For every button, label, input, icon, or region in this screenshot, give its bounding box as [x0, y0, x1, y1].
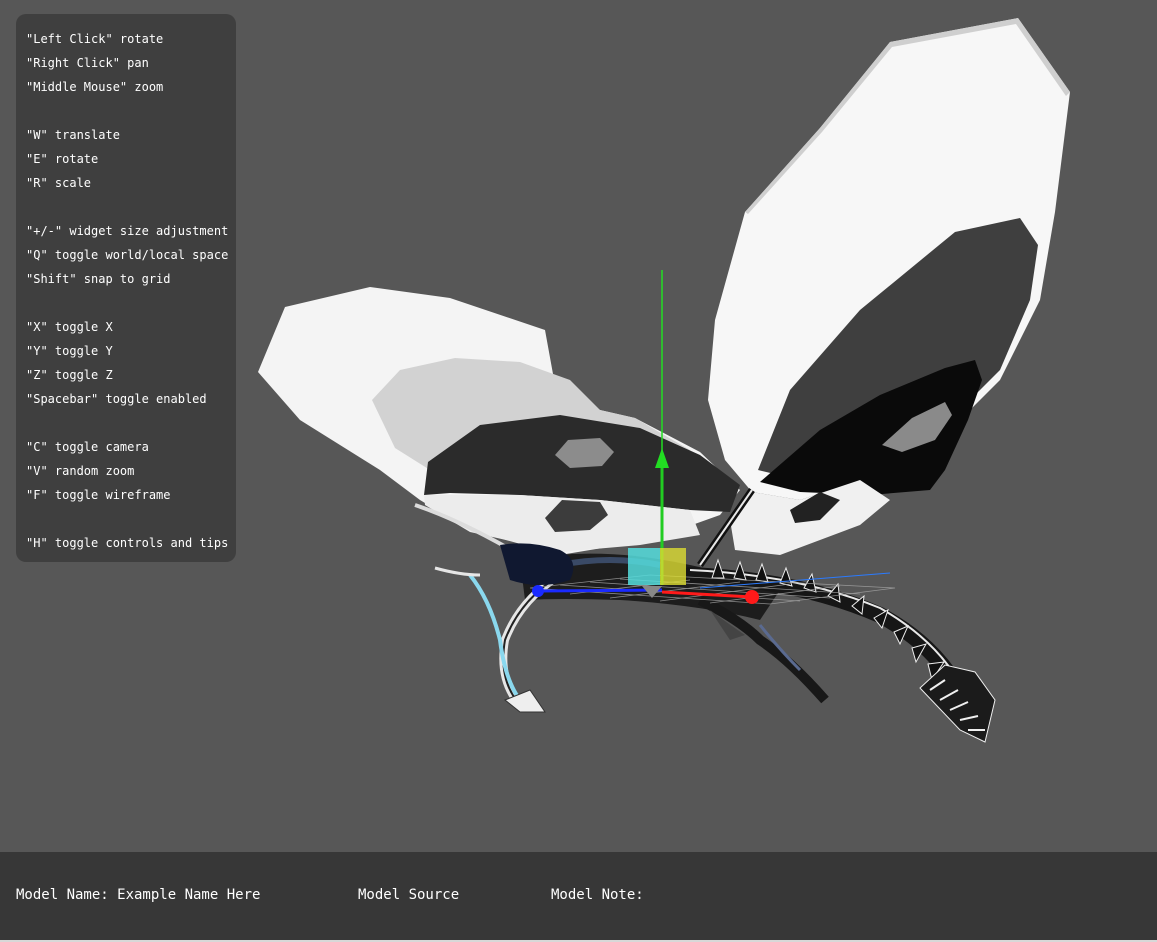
tip-snap-grid: "Shift" snap to grid: [26, 272, 171, 286]
tip-toggle-wireframe: "F" toggle wireframe: [26, 488, 171, 502]
tip-spacer: [26, 507, 236, 531]
tip-spacer: [26, 99, 236, 123]
tip-spacer: [26, 291, 236, 315]
tip-toggle-controls: "H" toggle controls and tips: [26, 536, 229, 550]
tip-toggle-z: "Z" toggle Z: [26, 368, 113, 382]
tip-spacer: [26, 411, 236, 435]
controls-tips-panel: "Left Click" rotate "Right Click" pan "M…: [16, 14, 236, 562]
tip-toggle-y: "Y" toggle Y: [26, 344, 113, 358]
model-info-bar: Model Name: Example Name Here Model Sour…: [0, 852, 1157, 942]
tip-rotate: "E" rotate: [26, 152, 99, 166]
tip-right-click: "Right Click" pan: [26, 56, 149, 70]
tip-widget-size: "+/-" widget size adjustment: [26, 224, 229, 238]
tip-middle-mouse: "Middle Mouse" zoom: [26, 80, 164, 94]
model-source-link[interactable]: Model Source: [358, 887, 459, 903]
tip-random-zoom: "V" random zoom: [26, 464, 135, 478]
left-wing: [258, 287, 740, 555]
tip-scale: "R" scale: [26, 176, 92, 190]
tip-toggle-space: "Q" toggle world/local space: [26, 248, 229, 262]
tip-toggle-x: "X" toggle X: [26, 320, 113, 334]
model-name-label: Model Name: Example Name Here: [16, 887, 261, 903]
tip-spacer: [26, 195, 236, 219]
tip-translate: "W" translate: [26, 128, 120, 142]
tip-toggle-camera: "C" toggle camera: [26, 440, 149, 454]
right-wing: [708, 18, 1070, 555]
model-note-label: Model Note:: [551, 887, 644, 903]
tip-left-click: "Left Click" rotate: [26, 32, 164, 46]
tip-toggle-enabled: "Spacebar" toggle enabled: [26, 392, 207, 406]
